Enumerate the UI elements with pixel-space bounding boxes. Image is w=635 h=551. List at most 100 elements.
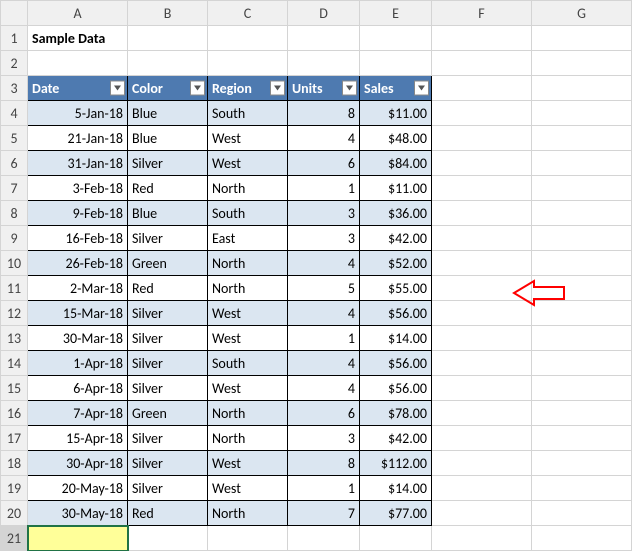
cell-G12[interactable]: [532, 301, 632, 326]
cell-region[interactable]: West: [208, 476, 288, 501]
cell-G15[interactable]: [532, 376, 632, 401]
cell-units[interactable]: 8: [288, 451, 360, 476]
cell-G8[interactable]: [532, 201, 632, 226]
table-header-color[interactable]: Color: [128, 76, 208, 101]
cell-units[interactable]: 1: [288, 476, 360, 501]
cell-region[interactable]: North: [208, 501, 288, 526]
cell-sales[interactable]: $11.00: [360, 176, 432, 201]
cell-G10[interactable]: [532, 251, 632, 276]
cell-F5[interactable]: [432, 126, 532, 151]
cell-date[interactable]: 15-Apr-18: [28, 426, 128, 451]
cell-units[interactable]: 5: [288, 276, 360, 301]
cell-color[interactable]: Red: [128, 176, 208, 201]
filter-dropdown-sales[interactable]: [414, 81, 429, 96]
cell-G21[interactable]: [532, 526, 632, 551]
cell-G2[interactable]: [532, 51, 632, 76]
col-header-C[interactable]: C: [208, 1, 288, 26]
cell-F3[interactable]: [432, 76, 532, 101]
cell-color[interactable]: Red: [128, 501, 208, 526]
cell-E1[interactable]: [360, 26, 432, 51]
col-header-E[interactable]: E: [360, 1, 432, 26]
col-header-A[interactable]: A: [28, 1, 128, 26]
cell-F4[interactable]: [432, 101, 532, 126]
cell-F13[interactable]: [432, 326, 532, 351]
table-header-units[interactable]: Units: [288, 76, 360, 101]
row-header-12[interactable]: 12: [1, 301, 28, 326]
cell-date[interactable]: 30-Mar-18: [28, 326, 128, 351]
cell-E2[interactable]: [360, 51, 432, 76]
cell-E21[interactable]: [360, 526, 432, 551]
cell-region[interactable]: South: [208, 101, 288, 126]
cell-sales[interactable]: $52.00: [360, 251, 432, 276]
col-header-G[interactable]: G: [532, 1, 632, 26]
cell-B2[interactable]: [128, 51, 208, 76]
cell-sales[interactable]: $14.00: [360, 326, 432, 351]
cell-region[interactable]: West: [208, 301, 288, 326]
cell-G4[interactable]: [532, 101, 632, 126]
cell-sales[interactable]: $36.00: [360, 201, 432, 226]
cell-sales[interactable]: $14.00: [360, 476, 432, 501]
cell-F8[interactable]: [432, 201, 532, 226]
row-header-16[interactable]: 16: [1, 401, 28, 426]
row-header-14[interactable]: 14: [1, 351, 28, 376]
row-header-9[interactable]: 9: [1, 226, 28, 251]
cell-G16[interactable]: [532, 401, 632, 426]
cell-D2[interactable]: [288, 51, 360, 76]
cell-region[interactable]: West: [208, 376, 288, 401]
cell-color[interactable]: Silver: [128, 426, 208, 451]
cell-F14[interactable]: [432, 351, 532, 376]
cell-sales[interactable]: $56.00: [360, 301, 432, 326]
cell-color[interactable]: Blue: [128, 201, 208, 226]
cell-region[interactable]: North: [208, 426, 288, 451]
cell-color[interactable]: Silver: [128, 226, 208, 251]
cell-B21[interactable]: [128, 526, 208, 551]
row-header-19[interactable]: 19: [1, 476, 28, 501]
cell-region[interactable]: South: [208, 201, 288, 226]
row-header-17[interactable]: 17: [1, 426, 28, 451]
cell-date[interactable]: 7-Apr-18: [28, 401, 128, 426]
cell-sales[interactable]: $78.00: [360, 401, 432, 426]
cell-color[interactable]: Green: [128, 251, 208, 276]
cell-B1[interactable]: [128, 26, 208, 51]
cell-D1[interactable]: [288, 26, 360, 51]
row-header-2[interactable]: 2: [1, 51, 28, 76]
cell-units[interactable]: 4: [288, 376, 360, 401]
cell-date[interactable]: 15-Mar-18: [28, 301, 128, 326]
cell-units[interactable]: 1: [288, 326, 360, 351]
cell-C2[interactable]: [208, 51, 288, 76]
row-header-1[interactable]: 1: [1, 26, 28, 51]
cell-G13[interactable]: [532, 326, 632, 351]
cell-A1[interactable]: Sample Data: [28, 26, 128, 51]
cell-F6[interactable]: [432, 151, 532, 176]
row-header-6[interactable]: 6: [1, 151, 28, 176]
cell-region[interactable]: East: [208, 226, 288, 251]
cell-F15[interactable]: [432, 376, 532, 401]
cell-F19[interactable]: [432, 476, 532, 501]
cell-G1[interactable]: [532, 26, 632, 51]
col-header-D[interactable]: D: [288, 1, 360, 26]
cell-color[interactable]: Silver: [128, 351, 208, 376]
row-header-18[interactable]: 18: [1, 451, 28, 476]
cell-C1[interactable]: [208, 26, 288, 51]
cell-units[interactable]: 7: [288, 501, 360, 526]
cell-units[interactable]: 4: [288, 126, 360, 151]
row-header-5[interactable]: 5: [1, 126, 28, 151]
table-header-sales[interactable]: Sales: [360, 76, 432, 101]
cell-region[interactable]: West: [208, 126, 288, 151]
spreadsheet-grid[interactable]: A B C D E F G 1 Sample Data 2 3 Date Col…: [0, 0, 632, 551]
cell-color[interactable]: Silver: [128, 301, 208, 326]
cell-units[interactable]: 4: [288, 251, 360, 276]
row-header-8[interactable]: 8: [1, 201, 28, 226]
cell-sales[interactable]: $42.00: [360, 226, 432, 251]
cell-F18[interactable]: [432, 451, 532, 476]
cell-date[interactable]: 5-Jan-18: [28, 101, 128, 126]
cell-F16[interactable]: [432, 401, 532, 426]
cell-sales[interactable]: $56.00: [360, 376, 432, 401]
cell-units[interactable]: 4: [288, 351, 360, 376]
cell-G11[interactable]: [532, 276, 632, 301]
cell-F10[interactable]: [432, 251, 532, 276]
cell-units[interactable]: 8: [288, 101, 360, 126]
cell-sales[interactable]: $55.00: [360, 276, 432, 301]
cell-color[interactable]: Silver: [128, 451, 208, 476]
cell-region[interactable]: West: [208, 151, 288, 176]
